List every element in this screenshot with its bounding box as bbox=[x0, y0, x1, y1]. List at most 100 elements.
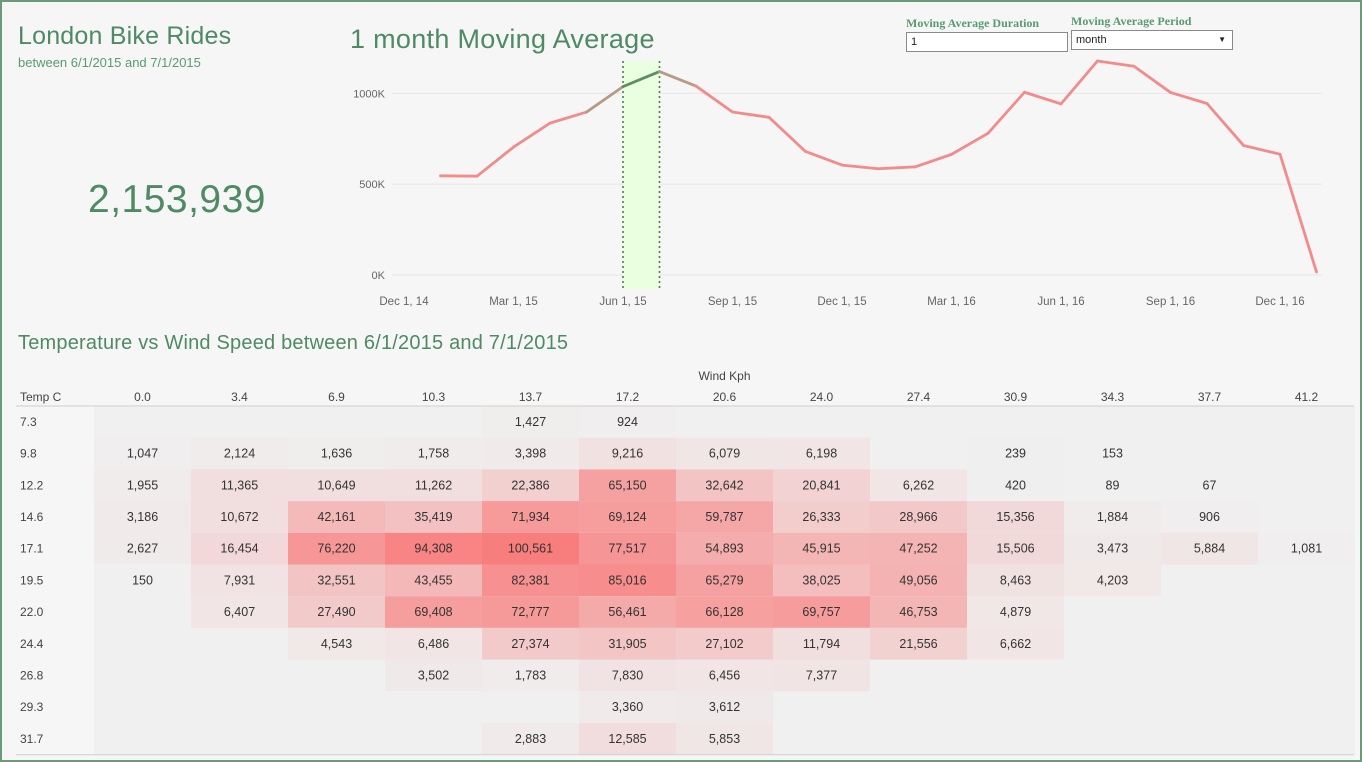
series-segment bbox=[1023, 90, 1063, 106]
cell-value-label: 7,830 bbox=[612, 668, 643, 682]
series-segment bbox=[1059, 59, 1099, 106]
row-label: 9.8 bbox=[20, 447, 37, 461]
temperature-wind-heatmap[interactable]: Wind Kph Temp C 0.0 3.4 6.9 10.3 13.7 17.2 20.6 2… bbox=[2, 362, 1360, 760]
x-tick-label: Dec 1, 14 bbox=[379, 296, 429, 308]
chevron-down-icon: ▼ bbox=[1218, 35, 1226, 44]
cell-value-label: 22,386 bbox=[511, 478, 549, 492]
x-tick-label: Sep 1, 16 bbox=[1146, 296, 1195, 308]
series-segment bbox=[585, 85, 625, 114]
cell-value-label: 1,047 bbox=[127, 447, 158, 461]
duration-input[interactable]: 1 bbox=[906, 32, 1068, 52]
cell-value-label: 5,884 bbox=[1194, 542, 1225, 556]
line-chart-title: 1 month Moving Average bbox=[350, 24, 655, 54]
cell-value-label: 15,356 bbox=[996, 510, 1034, 524]
x-tick-label: Jun 1, 15 bbox=[599, 296, 646, 308]
row-header-label: Temp C bbox=[20, 390, 62, 404]
cell-value-label: 1,081 bbox=[1291, 542, 1322, 556]
cell-value-label: 47,252 bbox=[899, 542, 937, 556]
series-segment bbox=[986, 90, 1026, 135]
column-header: 30.9 bbox=[1004, 390, 1028, 404]
cell-value-label: 71,934 bbox=[511, 510, 549, 524]
series-segment bbox=[731, 110, 771, 119]
row-label: 22.0 bbox=[20, 605, 44, 619]
row-label: 24.4 bbox=[20, 637, 44, 651]
cell-value-label: 6,407 bbox=[224, 605, 255, 619]
cell-value-label: 150 bbox=[132, 573, 153, 587]
cell-value-label: 4,879 bbox=[1000, 605, 1031, 619]
row-label: 14.6 bbox=[20, 510, 44, 524]
duration-label: Moving Average Duration bbox=[906, 16, 1040, 30]
cell-value-label: 72,777 bbox=[511, 605, 549, 619]
x-tick-label: Dec 1, 15 bbox=[817, 296, 866, 308]
series-segment bbox=[1132, 64, 1172, 94]
cell-value-label: 54,893 bbox=[705, 542, 743, 556]
cell-value-label: 10,649 bbox=[317, 478, 355, 492]
cell-value-label: 16,454 bbox=[220, 542, 258, 556]
x-tick-label: Mar 1, 15 bbox=[489, 296, 538, 308]
cell-value-label: 6,262 bbox=[903, 478, 934, 492]
series-segment bbox=[913, 152, 953, 169]
cell-value-label: 6,662 bbox=[1000, 637, 1031, 651]
cell-value-label: 153 bbox=[1102, 447, 1123, 461]
dashboard-frame: London Bike Rides between 6/1/2015 and 7… bbox=[0, 0, 1362, 762]
cell-value-label: 6,456 bbox=[709, 668, 740, 682]
cell-value-label: 2,627 bbox=[127, 542, 158, 556]
cell-value-label: 66,128 bbox=[705, 605, 743, 619]
series-segment bbox=[877, 165, 917, 171]
cell-value-label: 3,502 bbox=[418, 668, 449, 682]
column-header: 20.6 bbox=[713, 390, 737, 404]
row-label: 29.3 bbox=[20, 700, 44, 714]
cell-value-label: 12,585 bbox=[608, 732, 646, 746]
column-header: 6.9 bbox=[328, 390, 345, 404]
cell-value-label: 7,931 bbox=[224, 573, 255, 587]
cell-value-label: 11,262 bbox=[415, 478, 452, 492]
y-tick-label: 500K bbox=[359, 179, 385, 191]
cell-value-label: 1,884 bbox=[1097, 510, 1128, 524]
cell-value-label: 1,636 bbox=[321, 447, 352, 461]
x-tick-label: Dec 1, 16 bbox=[1255, 296, 1304, 308]
cell-value-label: 31,905 bbox=[608, 637, 646, 651]
x-axis-label: Wind Kph bbox=[698, 369, 750, 383]
cell-value-label: 32,642 bbox=[705, 478, 743, 492]
column-header: 24.0 bbox=[810, 390, 834, 404]
cell-value-label: 6,198 bbox=[806, 447, 837, 461]
cell-value-label: 27,490 bbox=[317, 605, 355, 619]
moving-average-line-chart[interactable]: 0K 500K 1000K Dec 1, 14 Mar 1, 15 Jun 1, 15 Se… bbox=[332, 57, 1332, 317]
series-segment bbox=[475, 145, 515, 178]
cell-value-label: 10,672 bbox=[220, 510, 258, 524]
cell-value-label: 15,506 bbox=[996, 542, 1034, 556]
column-header: 27.4 bbox=[907, 390, 931, 404]
cell-value-label: 21,556 bbox=[899, 637, 937, 651]
cell-value-label: 42,161 bbox=[317, 510, 355, 524]
column-header: 17.2 bbox=[616, 390, 640, 404]
cell-value-label: 43,455 bbox=[414, 573, 452, 587]
cell-value-label: 45,915 bbox=[802, 542, 840, 556]
series-segment bbox=[512, 121, 552, 149]
cell-value-label: 67 bbox=[1203, 478, 1217, 492]
period-select[interactable]: month ▼ bbox=[1071, 30, 1233, 50]
cell-value-label: 82,381 bbox=[511, 573, 549, 587]
cell-value-label: 3,473 bbox=[1097, 542, 1128, 556]
cell-value-label: 46,753 bbox=[899, 605, 937, 619]
column-header: 13.7 bbox=[519, 390, 543, 404]
cell-value-label: 6,486 bbox=[418, 637, 449, 651]
cell-value-label: 1,955 bbox=[127, 478, 158, 492]
row-label: 26.8 bbox=[20, 668, 44, 682]
cell-value-label: 1,783 bbox=[515, 668, 546, 682]
cell-value-label: 27,374 bbox=[511, 637, 549, 651]
series-segment bbox=[804, 150, 844, 167]
cell-value-label: 69,408 bbox=[414, 605, 452, 619]
cell-value-label: 69,124 bbox=[608, 510, 646, 524]
column-header: 34.3 bbox=[1101, 390, 1125, 404]
series-segment bbox=[658, 70, 698, 88]
cell-value-label: 9,216 bbox=[612, 447, 643, 461]
y-tick-label: 1000K bbox=[353, 88, 385, 100]
cell-value-label: 26,333 bbox=[802, 510, 840, 524]
cell-value-label: 11,365 bbox=[221, 478, 258, 492]
cell-value-label: 3,360 bbox=[612, 700, 643, 714]
series-segment bbox=[1242, 144, 1282, 156]
series-segment bbox=[1096, 59, 1136, 68]
series-segment bbox=[1278, 152, 1318, 274]
cell-value-label: 924 bbox=[617, 415, 638, 429]
selected-period-band[interactable] bbox=[623, 61, 660, 289]
